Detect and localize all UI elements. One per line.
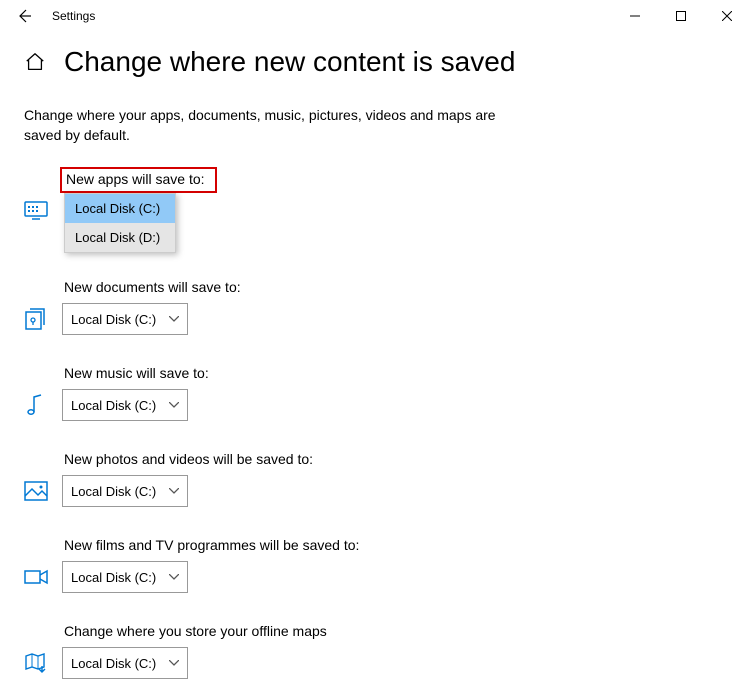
music-icon [24,393,48,417]
photos-combo-value: Local Disk (C:) [71,484,163,499]
section-label-music: New music will save to: [64,365,209,381]
section-label-photos: New photos and videos will be saved to: [64,451,313,467]
apps-icon [24,199,48,223]
close-button[interactable] [704,0,750,32]
dropdown-option-d[interactable]: Local Disk (D:) [65,223,175,252]
page-title: Change where new content is saved [64,46,515,78]
photos-combo[interactable]: Local Disk (C:) [62,475,188,507]
section-photos: New photos and videos will be saved to: … [24,451,726,507]
documents-icon [24,307,48,331]
docs-combo-value: Local Disk (C:) [71,312,163,327]
section-films: New films and TV programmes will be save… [24,537,726,593]
minimize-button[interactable] [612,0,658,32]
window-controls [612,0,750,32]
photos-icon [24,479,48,503]
films-combo[interactable]: Local Disk (C:) [62,561,188,593]
minimize-icon [630,11,640,21]
highlight-box: New apps will save to: [60,167,217,193]
section-label-docs: New documents will save to: [64,279,241,295]
chevron-down-icon [169,574,179,580]
music-combo-value: Local Disk (C:) [71,398,163,413]
maps-combo[interactable]: Local Disk (C:) [62,647,188,679]
content-area: Change where new content is saved Change… [0,32,750,679]
maximize-icon [676,11,686,21]
section-label-maps: Change where you store your offline maps [64,623,327,639]
films-icon [24,565,48,589]
window-title: Settings [52,9,95,23]
page-description: Change where your apps, documents, music… [24,106,504,145]
section-apps: New apps will save to: Local Disk (C:) L… [24,167,726,223]
section-label-films: New films and TV programmes will be save… [64,537,359,553]
chevron-down-icon [169,316,179,322]
chevron-down-icon [169,660,179,666]
apps-dropdown: Local Disk (C:) Local Disk (D:) [64,193,176,253]
chevron-down-icon [169,488,179,494]
maps-combo-value: Local Disk (C:) [71,656,163,671]
section-music: New music will save to: Local Disk (C:) [24,365,726,421]
maps-icon [24,651,48,675]
back-button[interactable] [8,0,40,32]
music-combo[interactable]: Local Disk (C:) [62,389,188,421]
section-label-apps: New apps will save to: [66,171,205,187]
section-documents: New documents will save to: Local Disk (… [24,279,726,335]
chevron-down-icon [169,402,179,408]
home-icon[interactable] [24,51,46,73]
section-maps: Change where you store your offline maps… [24,623,726,679]
titlebar: Settings [0,0,750,32]
maximize-button[interactable] [658,0,704,32]
docs-combo[interactable]: Local Disk (C:) [62,303,188,335]
films-combo-value: Local Disk (C:) [71,570,163,585]
close-icon [722,11,732,21]
back-arrow-icon [16,8,32,24]
dropdown-option-c[interactable]: Local Disk (C:) [65,194,175,223]
page-header: Change where new content is saved [24,46,726,78]
